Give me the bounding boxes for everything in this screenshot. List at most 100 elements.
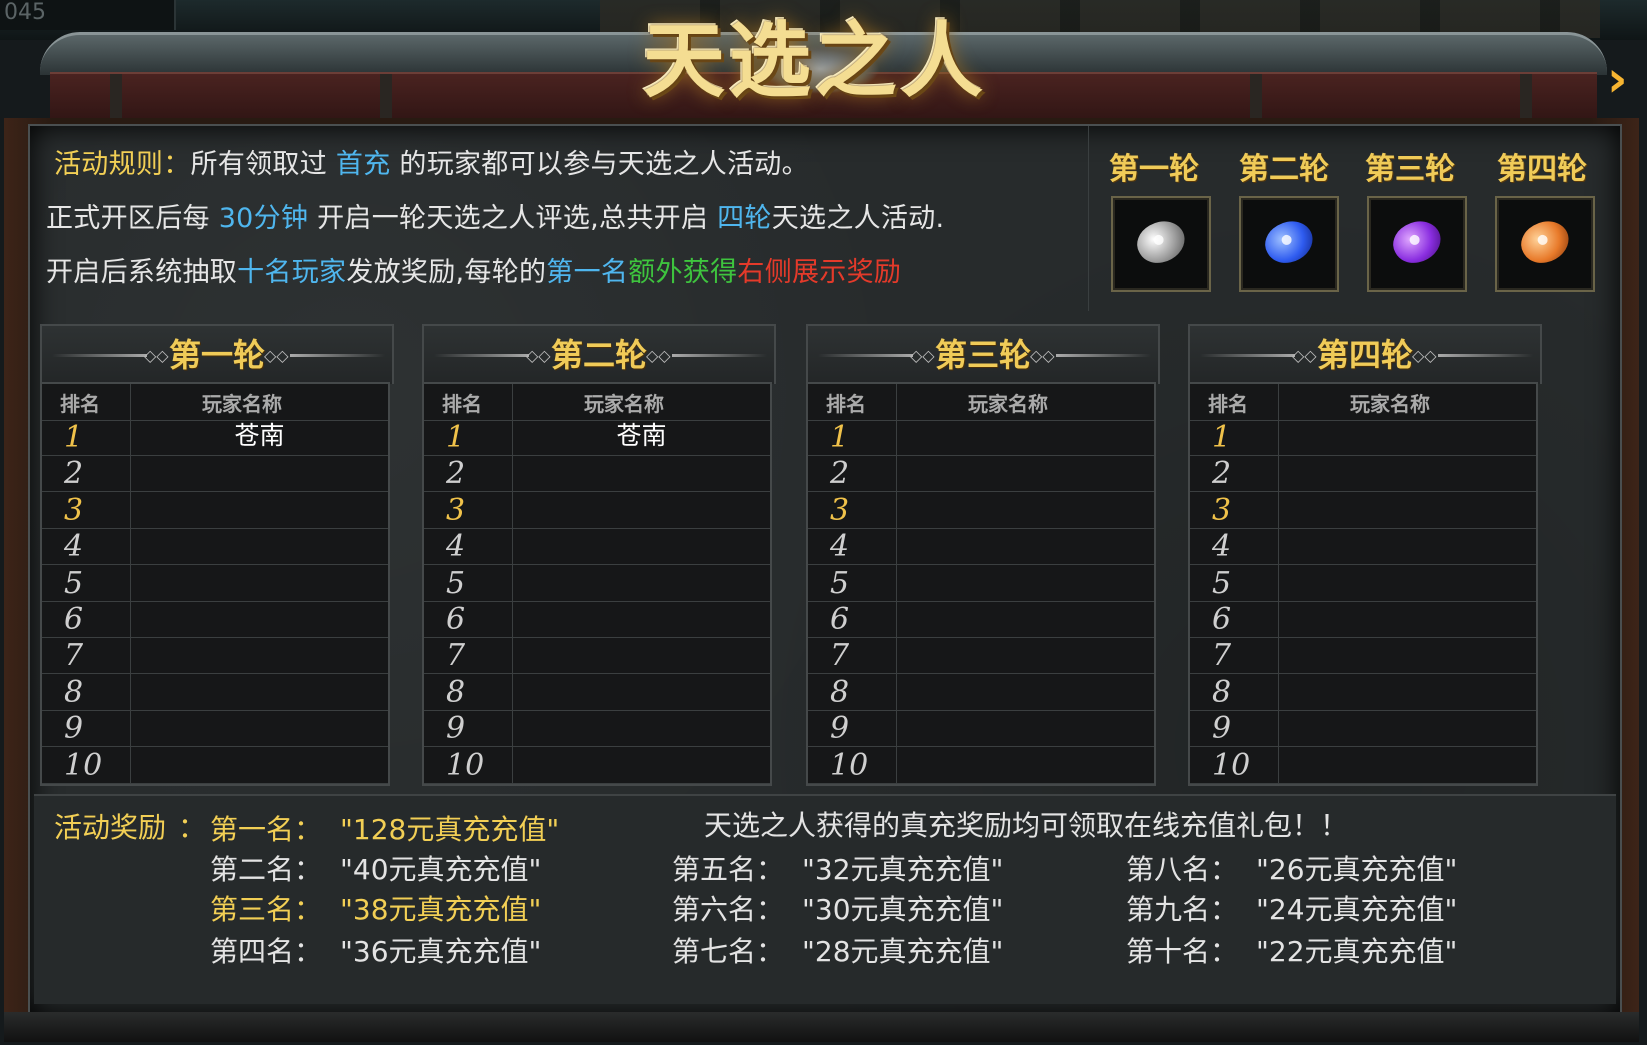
player-name-column-header: 玩家名称 (584, 392, 664, 416)
table-row: 3 (424, 493, 770, 529)
reward-place: 第五名： (672, 853, 785, 886)
table-row: 2 (42, 456, 388, 493)
table-row: 8 (424, 675, 770, 711)
rule-line-3: 开启后系统抽取十名玩家发放奖励,每轮的第一名额外获得右侧展示奖励 (46, 250, 901, 289)
rule-text: 正式开区后每 (46, 203, 219, 234)
table-row: 5 (424, 566, 770, 602)
rank-number: 2 (830, 456, 850, 492)
table-row: 10 (1190, 748, 1536, 784)
blue-gem-icon (1258, 212, 1320, 272)
rank-number: 1 (64, 420, 84, 455)
table-row: 9 (42, 711, 388, 748)
rank-number: 9 (64, 711, 84, 747)
column-header: 排名 玩家名称 (42, 384, 388, 421)
table-row: 6 (1190, 602, 1536, 638)
table-row: 7 (424, 638, 770, 675)
next-arrow-icon[interactable]: › (1607, 50, 1647, 110)
rewards-label: 活动奖励 (54, 811, 167, 844)
table-row: 10 (808, 748, 1154, 784)
column-header: 排名 玩家名称 (1190, 384, 1536, 421)
reward-place: 第七名： (672, 935, 785, 968)
player-name-column-header: 玩家名称 (968, 392, 1048, 416)
rank-number: 7 (446, 638, 466, 674)
rank-number: 6 (446, 602, 466, 637)
reward-place: 第十名： (1126, 935, 1239, 968)
rule-highlight: 四轮 (717, 203, 772, 234)
rule-highlight: 第一名 (546, 257, 629, 288)
rank-number: 4 (830, 529, 850, 565)
round-reward-label: 第一轮 (1109, 152, 1199, 187)
table-row: 1 (1190, 420, 1536, 456)
reward-place: 第四名： (210, 935, 323, 968)
rule-text: 发放奖励,每轮的 (346, 257, 547, 288)
reward-value: "26元真充充值" (1256, 853, 1458, 886)
rank-column-header: 排名 (442, 392, 482, 416)
rank-number: 5 (64, 565, 84, 601)
rank-number: 10 (830, 747, 869, 783)
rank-number: 1 (446, 420, 466, 455)
table-title: 第三轮 (934, 336, 1031, 374)
beam-post (1250, 74, 1262, 118)
round-3-reward-slot[interactable] (1367, 196, 1467, 292)
rank-number: 10 (446, 747, 485, 783)
rank-number: 3 (830, 492, 850, 528)
table-row: 2 (808, 456, 1154, 493)
table-title: 第二轮 (550, 336, 647, 374)
table-row: 4 (1190, 529, 1536, 566)
rank-number: 9 (446, 711, 466, 747)
rule-text: 天选之人活动. (771, 203, 945, 234)
rule-highlight: 30分钟 (218, 203, 309, 234)
round-2-reward-slot[interactable] (1239, 196, 1339, 292)
reward-place: 第八名： (1126, 853, 1239, 886)
reward-value: "22元真充充值" (1256, 935, 1458, 968)
rule-highlight: 右侧展示奖励 (737, 257, 902, 288)
round-reward-label: 第四轮 (1497, 152, 1587, 187)
player-name: 苍南 (616, 421, 667, 450)
table-row: 3 (808, 493, 1154, 529)
rank-number: 2 (446, 456, 466, 492)
rank-number: 8 (446, 674, 466, 710)
table-row: 1 苍南 (42, 420, 388, 456)
player-name-column-header: 玩家名称 (1350, 392, 1430, 416)
reward-place: 第三名： (210, 893, 323, 926)
rank-number: 4 (446, 529, 466, 565)
table-header: ◇◇ ◇◇ 第一轮 (40, 324, 394, 384)
table-title: 第四轮 (1316, 336, 1413, 374)
reward-value: "38元真充充值" (340, 893, 542, 926)
rank-number: 9 (830, 711, 850, 747)
reward-value: "24元真充充值" (1256, 893, 1458, 926)
rank-number: 8 (64, 674, 84, 710)
table-body: 排名 玩家名称 1 苍南 2 3 4 5 6 7 8 9 10 (422, 382, 772, 786)
table-row: 6 (424, 602, 770, 638)
player-name-column-header: 玩家名称 (202, 392, 282, 416)
column-header: 排名 玩家名称 (808, 384, 1154, 421)
reward-value: "32元真充充值" (802, 853, 1004, 886)
reward-value: "40元真充充值" (340, 853, 542, 886)
table-row: 5 (1190, 566, 1536, 602)
round-1-reward-slot[interactable] (1111, 196, 1211, 292)
table-body: 排名 玩家名称 1 2 3 4 5 6 7 8 9 10 (1188, 382, 1538, 786)
table-row: 8 (808, 675, 1154, 711)
table-row: 1 苍南 (424, 420, 770, 456)
table-row: 8 (1190, 675, 1536, 711)
rank-column-header: 排名 (1208, 392, 1248, 416)
table-row: 10 (424, 748, 770, 784)
table-row: 4 (424, 529, 770, 566)
table-row: 6 (808, 602, 1154, 638)
table-row: 4 (42, 529, 388, 566)
rank-number: 3 (1212, 492, 1232, 528)
table-row: 9 (1190, 711, 1536, 748)
rule-text: 开启后系统抽取 (46, 257, 238, 288)
rank-number: 4 (1212, 529, 1232, 565)
rank-number: 8 (1212, 674, 1232, 710)
table-row: 7 (808, 638, 1154, 675)
event-title: 天选之人 (642, 13, 987, 109)
round-4-reward-slot[interactable] (1495, 196, 1595, 292)
table-row: 3 (1190, 493, 1536, 529)
table-title: 第一轮 (168, 336, 265, 374)
rank-number: 5 (446, 565, 466, 601)
purple-gem-icon (1386, 212, 1448, 272)
rank-number: 10 (64, 747, 103, 783)
rank-number: 3 (64, 492, 84, 528)
table-header: ◇◇ ◇◇ 第三轮 (806, 324, 1160, 384)
